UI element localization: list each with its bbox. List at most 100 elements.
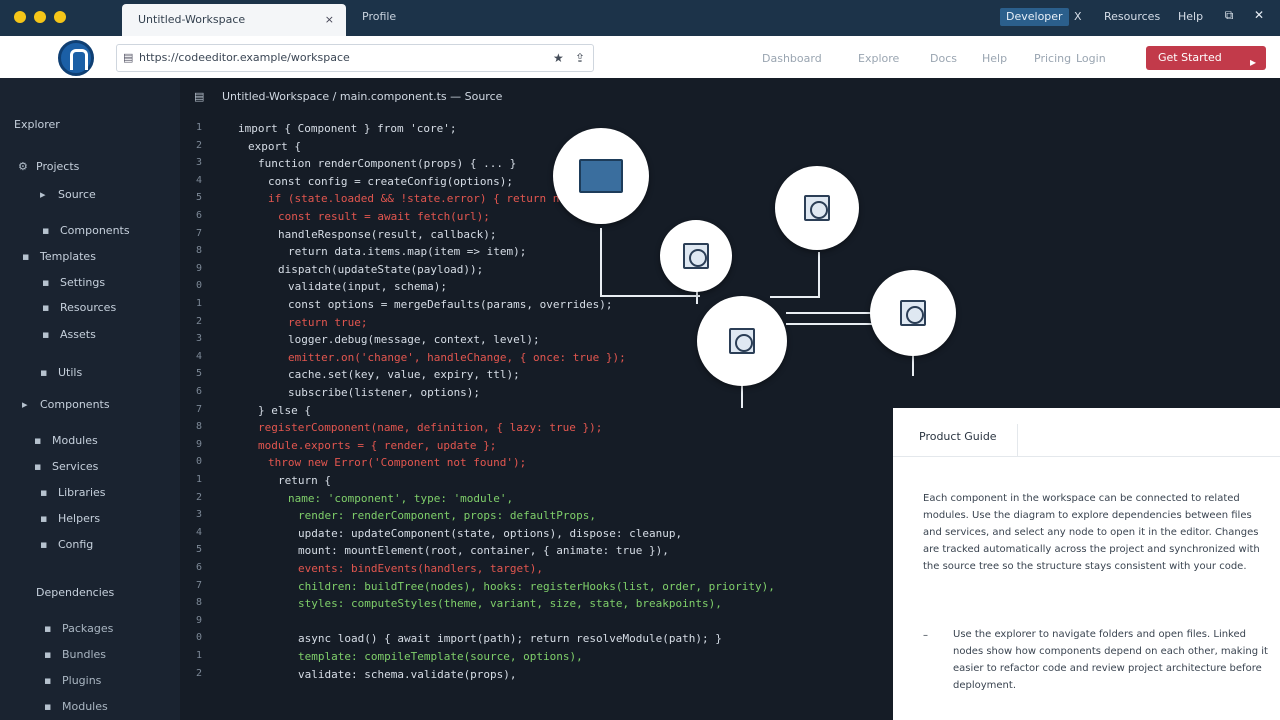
nav-dashboard[interactable]: Dashboard	[762, 52, 822, 65]
code-line[interactable]: const result = await fetch(url);	[278, 210, 490, 223]
close-tab-icon[interactable]: ×	[325, 4, 334, 36]
address-bar[interactable]: ▤ https://codeeditor.example/workspace ★…	[116, 44, 594, 72]
diagram-node-c[interactable]	[697, 296, 787, 386]
connector-line	[770, 296, 820, 298]
nav-help[interactable]: Help	[982, 52, 1007, 65]
titlebar-help-link[interactable]: Help	[1178, 10, 1203, 23]
close-window-icon[interactable]: ✕	[1252, 8, 1266, 22]
sidebar-dependency-item[interactable]: ▪ Modules	[44, 700, 108, 713]
sidebar-item[interactable]: ▪ Modules	[34, 434, 98, 447]
line-number: 4	[195, 526, 203, 538]
code-line[interactable]: export {	[248, 140, 301, 153]
bookmark-icon[interactable]: ★	[553, 51, 564, 65]
diagram-node-d[interactable]	[870, 270, 956, 356]
code-line[interactable]: module.exports = { render, update };	[258, 439, 496, 452]
sidebar-dependency-item[interactable]: ▪ Bundles	[44, 648, 106, 661]
code-line[interactable]: } else {	[258, 404, 311, 417]
code-line[interactable]: throw new Error('Component not found');	[268, 456, 526, 469]
code-line[interactable]: logger.debug(message, context, level);	[288, 333, 540, 346]
file-icon: ▪	[42, 224, 50, 237]
sidebar-dependency-item[interactable]: ▪ Packages	[44, 622, 113, 635]
sidebar-item[interactable]: ▪ Config	[40, 538, 93, 551]
connector-line	[818, 252, 820, 298]
code-line[interactable]: validate: schema.validate(props),	[298, 668, 517, 681]
sidebar-item[interactable]: ▪ Assets	[42, 328, 96, 341]
line-number: 6	[195, 210, 203, 221]
titlebar-resources-link[interactable]: Resources	[1104, 10, 1160, 23]
code-line[interactable]: render: renderComponent, props: defaultP…	[298, 509, 596, 522]
sidebar-item-label: Templates	[40, 250, 96, 263]
sidebar-item[interactable]: ▸ Source	[40, 188, 96, 201]
nav-login[interactable]: Login	[1076, 52, 1106, 65]
code-line[interactable]: return data.items.map(item => item);	[288, 245, 526, 258]
line-number: 5	[195, 368, 203, 380]
close-dot-icon[interactable]	[14, 11, 26, 23]
tab-profile[interactable]: Profile	[362, 10, 396, 23]
sidebar-item-label: Components	[60, 224, 130, 237]
developer-badge[interactable]: Developer	[1000, 8, 1069, 26]
code-line[interactable]: function renderComponent(props) { ... }	[258, 157, 516, 170]
maximize-dot-icon[interactable]	[54, 11, 66, 23]
sidebar-item-label: Source	[58, 188, 96, 201]
share-icon[interactable]: ⇪	[575, 51, 585, 65]
nav-explore[interactable]: Explore	[858, 52, 899, 65]
connector-line	[912, 356, 914, 376]
diagram-node-b[interactable]	[775, 166, 859, 250]
nav-docs[interactable]: Docs	[930, 52, 957, 65]
code-line[interactable]: dispatch(updateState(payload));	[278, 263, 483, 276]
file-icon: ▪	[22, 250, 30, 263]
sidebar-item[interactable]: ▪ Utils	[40, 366, 82, 379]
code-line[interactable]: children: buildTree(nodes), hooks: regis…	[298, 580, 775, 593]
code-line[interactable]: async load() { await import(path); retur…	[298, 632, 722, 645]
sidebar-item[interactable]: ▪ Libraries	[40, 486, 106, 499]
panel-title[interactable]: Product Guide	[919, 430, 997, 443]
line-number: 5	[195, 192, 203, 204]
sidebar-item[interactable]: ▪ Helpers	[40, 512, 100, 525]
code-line[interactable]: subscribe(listener, options);	[288, 386, 480, 399]
sidebar-item[interactable]: ▪ Templates	[22, 250, 96, 263]
restore-window-icon[interactable]: ⧉	[1222, 8, 1236, 22]
code-line[interactable]: return true;	[288, 316, 367, 329]
code-line[interactable]: registerComponent(name, definition, { la…	[258, 421, 602, 434]
code-line[interactable]: emitter.on('change', handleChange, { onc…	[288, 351, 626, 364]
get-started-button[interactable]: Get Started ▸	[1146, 46, 1266, 70]
code-line[interactable]: if (state.loaded && !state.error) { retu…	[268, 192, 599, 205]
code-line[interactable]: template: compileTemplate(source, option…	[298, 650, 583, 663]
code-line[interactable]: handleResponse(result, callback);	[278, 228, 497, 241]
code-line[interactable]: validate(input, schema);	[288, 280, 447, 293]
sidebar-item-label: Helpers	[58, 512, 101, 525]
code-line[interactable]: cache.set(key, value, expiry, ttl);	[288, 368, 520, 381]
code-line[interactable]: const config = createConfig(options);	[268, 175, 513, 188]
sidebar-dependency-item[interactable]: ▪ Plugins	[44, 674, 101, 687]
panel-paragraph: Each component in the workspace can be c…	[923, 493, 1260, 572]
line-number: 2	[195, 139, 203, 151]
sidebar-item[interactable]: ▪ Services	[34, 460, 98, 473]
tab-workspace[interactable]: Untitled-Workspace ×	[122, 4, 346, 36]
code-line[interactable]: import { Component } from 'core';	[238, 122, 457, 135]
sidebar-item[interactable]: ▪ Components	[42, 224, 130, 237]
code-line[interactable]: styles: computeStyles(theme, variant, si…	[298, 597, 722, 610]
nav-pricing[interactable]: Pricing	[1034, 52, 1071, 65]
sidebar-item[interactable]: ▪ Settings	[42, 276, 105, 289]
line-number: 3	[195, 333, 203, 345]
line-number: 1	[195, 474, 203, 485]
diagram-node-a[interactable]	[660, 220, 732, 292]
titlebar-x-link[interactable]: X	[1074, 10, 1082, 23]
diagram-node-main[interactable]	[553, 128, 649, 224]
code-line[interactable]: name: 'component', type: 'module',	[288, 492, 513, 505]
code-line[interactable]: events: bindEvents(handlers, target),	[298, 562, 543, 575]
file-icon: ▪	[34, 460, 42, 473]
code-line[interactable]: mount: mountElement(root, container, { a…	[298, 544, 669, 557]
code-line[interactable]: const options = mergeDefaults(params, ov…	[288, 298, 613, 311]
line-number: 9	[195, 438, 203, 450]
sidebar-item[interactable]: ▪ Resources	[42, 301, 116, 314]
code-line[interactable]: update: updateComponent(state, options),…	[298, 527, 682, 540]
app-logo-icon[interactable]	[58, 40, 94, 76]
window-titlebar: Untitled-Workspace × Profile Developer X…	[0, 0, 1280, 36]
file-icon: ▪	[44, 674, 52, 687]
code-line[interactable]: return {	[278, 474, 331, 487]
sidebar-item[interactable]: ⚙ Projects	[18, 160, 79, 173]
sidebar-item[interactable]: ▸ Components	[22, 398, 110, 411]
minimize-dot-icon[interactable]	[34, 11, 46, 23]
address-text[interactable]: https://codeeditor.example/workspace	[139, 51, 350, 64]
